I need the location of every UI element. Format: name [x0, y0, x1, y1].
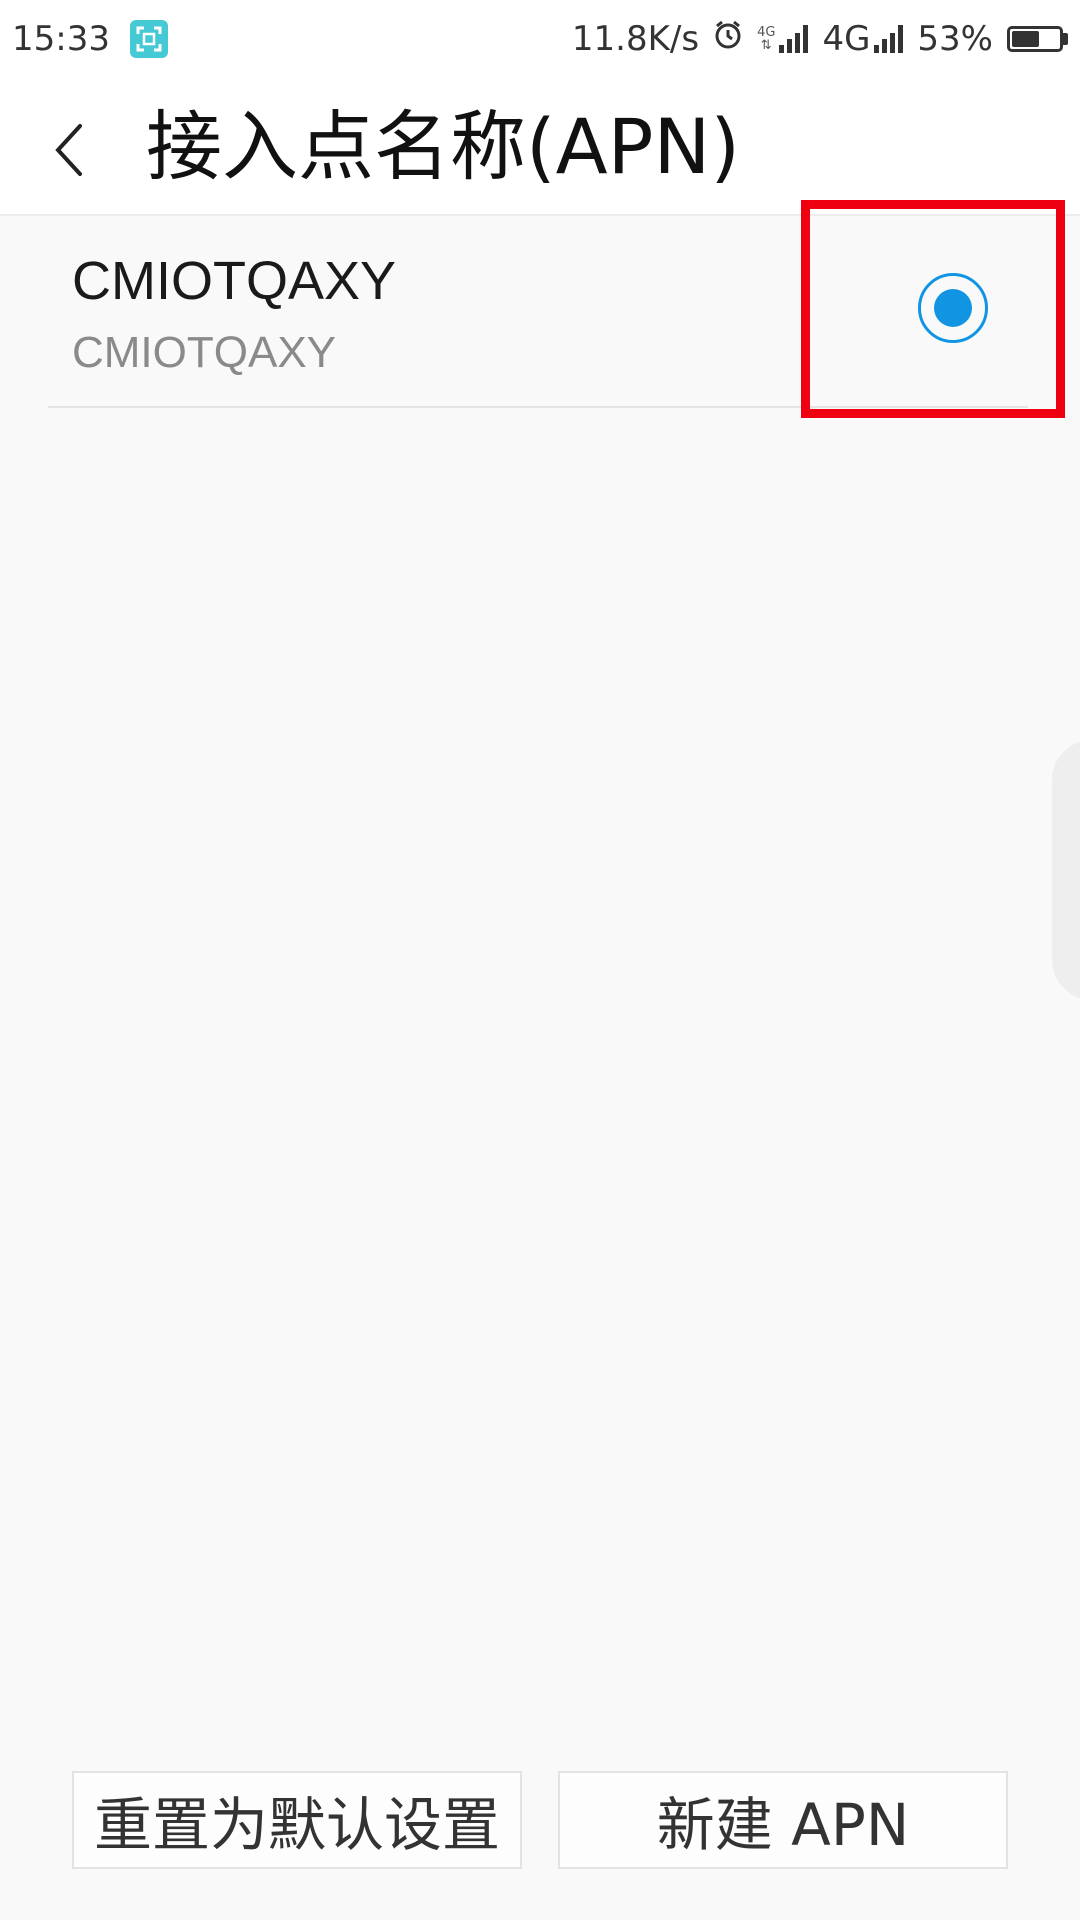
apn-list-item[interactable]: CMIOTQAXY CMIOTQAXY — [0, 216, 1080, 408]
network-speed: 11.8K/s — [571, 19, 700, 59]
apn-value: CMIOTQAXY — [72, 328, 337, 377]
app-header: 接入点名称(APN) — [0, 78, 1080, 216]
battery-icon — [1007, 26, 1068, 52]
status-left: 15:33 — [12, 0, 168, 78]
sim2-label: 4G — [822, 19, 871, 59]
reset-to-default-button[interactable]: 重置为默认设置 — [72, 1771, 522, 1869]
status-time: 15:33 — [12, 19, 110, 59]
battery-percent: 53% — [917, 19, 993, 59]
apn-name: CMIOTQAXY — [72, 251, 397, 311]
page-title: 接入点名称(APN) — [146, 102, 740, 191]
status-right: 11.8K/s 4G ⇅ 4G 53% — [572, 0, 1068, 78]
sim1-label: 4G ⇅ — [757, 25, 776, 53]
signal-icon — [779, 25, 809, 53]
back-button[interactable] — [38, 110, 98, 190]
apn-radio-button[interactable] — [918, 273, 988, 343]
radio-selected-dot — [934, 289, 972, 327]
chevron-left-icon — [55, 124, 82, 176]
sim2-signal: 4G — [822, 19, 904, 59]
list-divider — [48, 406, 1028, 408]
alarm-icon — [713, 19, 743, 59]
edge-drag-handle[interactable] — [1052, 740, 1080, 1000]
new-apn-button[interactable]: 新建 APN — [558, 1771, 1008, 1869]
apn-settings-screen: 15:33 11.8K/s 4G ⇅ 4G 53% 接入点名称(APN) CMI… — [0, 0, 1080, 1920]
screenshot-icon — [129, 20, 168, 58]
status-bar: 15:33 11.8K/s 4G ⇅ 4G 53% — [0, 0, 1080, 78]
signal-icon — [874, 25, 904, 53]
sim1-signal: 4G ⇅ — [757, 25, 809, 53]
